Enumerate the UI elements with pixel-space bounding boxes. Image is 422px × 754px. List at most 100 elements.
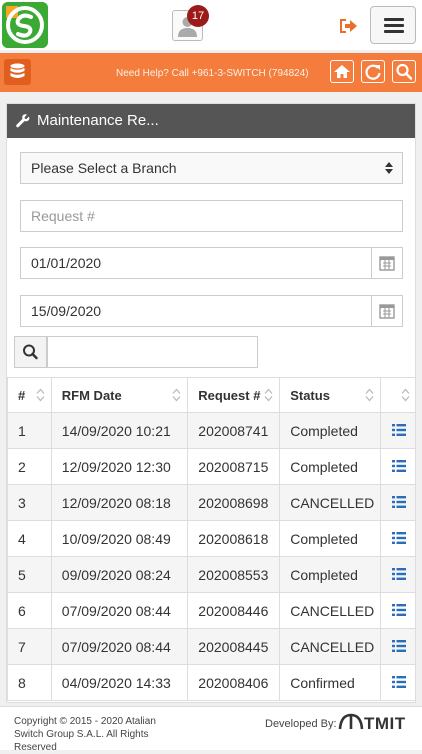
row-request-number: 202008446	[187, 592, 281, 629]
request-number-input[interactable]: Request #	[20, 200, 403, 232]
row-details-button[interactable]	[380, 520, 415, 557]
row-status: CANCELLED	[279, 484, 382, 521]
row-details-button[interactable]	[380, 556, 415, 593]
row-status: Completed	[279, 556, 382, 593]
row-details-button[interactable]	[380, 592, 415, 629]
row-status: Completed	[279, 520, 382, 557]
row-number: 4	[7, 520, 52, 557]
row-rfm-date: 12/09/2020 08:18	[50, 484, 189, 521]
list-icon	[391, 639, 406, 652]
table-row[interactable]: 1 14/09/2020 10:21 202008741 Completed	[7, 412, 415, 449]
calendar-icon	[379, 304, 395, 319]
list-icon	[391, 495, 406, 508]
table-search-input[interactable]	[47, 336, 258, 368]
row-request-number: 202008618	[187, 520, 281, 557]
sort-icon	[36, 388, 45, 402]
date-to-value: 15/09/2020	[31, 303, 102, 319]
copyright-text: Copyright © 2015 - 2020 Atalian Switch G…	[14, 716, 156, 753]
table-body: 1 14/09/2020 10:21 202008741 Completed 2 12/0…	[7, 412, 415, 701]
date-from-value: 01/01/2020	[31, 255, 102, 271]
row-request-number: 202008406	[187, 664, 281, 701]
row-status: CANCELLED	[279, 628, 382, 665]
developer-logo-text: TMIT	[364, 714, 406, 733]
date-from-calendar-button[interactable]	[371, 248, 402, 278]
row-number: 8	[7, 664, 52, 701]
search-button[interactable]	[392, 60, 416, 83]
database-button[interactable]	[4, 59, 31, 85]
row-details-button[interactable]	[380, 628, 415, 665]
home-icon	[334, 65, 350, 78]
logout-icon[interactable]	[337, 16, 359, 36]
row-request-number: 202008553	[187, 556, 281, 593]
row-rfm-date: 10/09/2020 08:49	[50, 520, 189, 557]
list-icon	[391, 531, 406, 544]
sort-icon	[264, 388, 273, 402]
table-row[interactable]: 7 07/09/2020 08:44 202008445 CANCELLED	[7, 628, 415, 665]
branch-select[interactable]: Please Select a Branch	[20, 152, 403, 184]
search-icon	[23, 344, 38, 360]
table-row[interactable]: 2 12/09/2020 12:30 202008715 Completed	[7, 448, 415, 485]
list-icon	[391, 459, 406, 472]
row-number: 7	[7, 628, 52, 665]
row-details-button[interactable]	[380, 412, 415, 449]
list-icon	[391, 567, 406, 580]
list-icon	[391, 603, 406, 616]
column-header-status[interactable]: Status	[279, 377, 382, 413]
row-number: 1	[7, 412, 52, 449]
row-rfm-date: 07/09/2020 08:44	[50, 592, 189, 629]
row-request-number: 202008445	[187, 628, 281, 665]
table-row[interactable]: 8 04/09/2020 14:33 202008406 Confirmed	[7, 664, 415, 701]
row-status: Completed	[279, 412, 382, 449]
row-details-button[interactable]	[380, 484, 415, 521]
column-header-request-number[interactable]: Request #	[187, 377, 281, 413]
menu-button[interactable]	[370, 6, 416, 44]
row-number: 6	[7, 592, 52, 629]
home-button[interactable]	[330, 60, 354, 83]
date-to-input[interactable]: 15/09/2020	[20, 295, 403, 327]
developer-logo[interactable]: TMIT	[338, 713, 406, 734]
requests-table: # RFM Date Request # Status 1 14/09/2020…	[7, 377, 415, 701]
branch-select-value: Please Select a Branch	[31, 160, 177, 176]
developer-logo-mark	[338, 713, 364, 730]
table-row[interactable]: 6 07/09/2020 08:44 202008446 CANCELLED	[7, 592, 415, 629]
help-text: Need Help? Call +961-3-SWITCH (794824)	[116, 68, 309, 79]
row-request-number: 202008698	[187, 484, 281, 521]
row-rfm-date: 09/09/2020 08:24	[50, 556, 189, 593]
row-number: 5	[7, 556, 52, 593]
column-header-actions[interactable]	[380, 377, 415, 413]
calendar-icon	[379, 256, 395, 271]
wrench-icon	[16, 114, 30, 128]
row-request-number: 202008715	[187, 448, 281, 485]
list-icon	[391, 423, 406, 436]
row-status: Completed	[279, 448, 382, 485]
request-number-placeholder: Request #	[31, 208, 95, 224]
database-icon	[10, 63, 25, 78]
select-arrows-icon	[385, 162, 393, 174]
footer: Copyright © 2015 - 2020 Atalian Switch G…	[0, 706, 422, 753]
notification-badge[interactable]: 17	[187, 5, 209, 27]
search-icon	[396, 63, 413, 80]
column-header-number[interactable]: #	[7, 377, 52, 413]
row-details-button[interactable]	[380, 664, 415, 701]
table-search-button[interactable]	[14, 336, 47, 368]
app-logo[interactable]	[2, 2, 48, 48]
date-from-input[interactable]: 01/01/2020	[20, 247, 403, 279]
table-row[interactable]: 5 09/09/2020 08:24 202008553 Completed	[7, 556, 415, 593]
table-row[interactable]: 3 12/09/2020 08:18 202008698 CANCELLED	[7, 484, 415, 521]
row-details-button[interactable]	[380, 448, 415, 485]
row-number: 3	[7, 484, 52, 521]
date-to-calendar-button[interactable]	[371, 296, 402, 326]
row-rfm-date: 04/09/2020 14:33	[50, 664, 189, 701]
table-row[interactable]: 4 10/09/2020 08:49 202008618 Completed	[7, 520, 415, 557]
row-rfm-date: 12/09/2020 12:30	[50, 448, 189, 485]
refresh-button[interactable]	[361, 60, 385, 83]
table-header-row: # RFM Date Request # Status	[7, 377, 415, 413]
panel-title-bar: Maintenance Re...	[7, 104, 415, 138]
row-status: CANCELLED	[279, 592, 382, 629]
top-bar: 17	[0, 0, 422, 50]
help-bar: Need Help? Call +961-3-SWITCH (794824)	[0, 53, 422, 92]
sort-icon	[401, 388, 410, 402]
refresh-icon	[365, 64, 381, 80]
column-header-rfm-date[interactable]: RFM Date	[50, 377, 189, 413]
menu-icon	[384, 18, 404, 21]
